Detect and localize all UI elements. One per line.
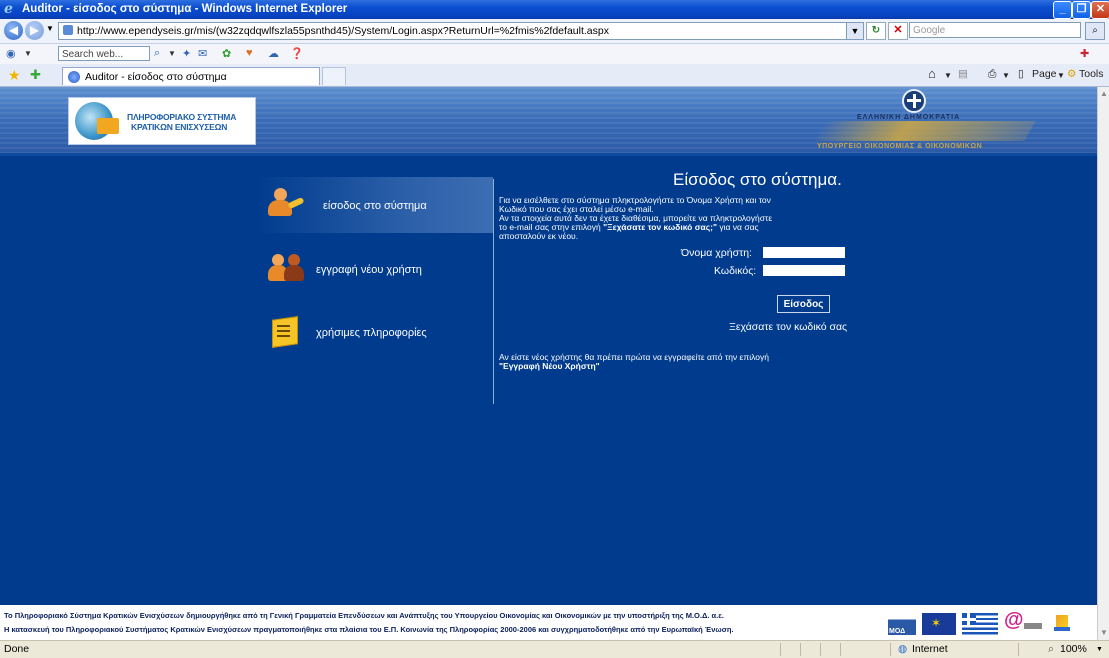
toolbar-options-icon[interactable]: ✚ [1080, 47, 1089, 60]
url-input[interactable]: http://www.ependyseis.gr/mis/(w32zqdqwlf… [58, 22, 848, 40]
ministry-swoosh [814, 121, 1036, 141]
footer-line-1: Το Πληροφοριακό Σύστημα Κρατικών Ενισχύσ… [4, 611, 724, 620]
zoom-icon: ⌕ [1048, 643, 1054, 655]
username-label: Όνομα χρήστη: [681, 247, 752, 259]
username-input[interactable] [763, 247, 845, 258]
page-footer: Το Πληροφοριακό Σύστημα Κρατικών Ενισχύσ… [0, 605, 1097, 640]
forgot-hint: "Ξεχάσατε τον κωδικό σας;" [603, 222, 718, 232]
users-icon [268, 254, 304, 284]
new-tab-button[interactable] [322, 67, 346, 85]
greek-emblem-icon [902, 89, 926, 113]
maximize-button[interactable]: ❐ [1072, 1, 1091, 19]
vertical-scrollbar[interactable]: ▲ ▼ [1097, 87, 1109, 640]
url-text: http://www.ependyseis.gr/mis/(w32zqdqwlf… [77, 25, 609, 37]
search-options-icon[interactable]: ▼ [168, 49, 176, 58]
banner-divider [0, 153, 1097, 156]
history-dropdown-icon[interactable]: ▼ [46, 24, 54, 33]
info-society-logo: @ [1004, 609, 1046, 635]
search-go-icon[interactable]: ⌕ [154, 47, 160, 60]
web-search-input[interactable]: Search web... [58, 46, 150, 61]
toolbar-dropdown-icon[interactable]: ▼ [24, 49, 32, 58]
user-key-icon [268, 188, 305, 218]
home-dropdown-icon[interactable]: ▼ [944, 71, 952, 80]
tab-label: Auditor - είσοδος στο σύστημα [85, 71, 227, 83]
search-icon[interactable]: ⌕ [1085, 22, 1105, 40]
status-text: Done [4, 643, 30, 655]
logo-title-line1: ΠΛΗΡΟΦΟΡΙΑΚΟ ΣΥΣΤΗΜΑ [127, 112, 237, 122]
mod-logo: ΜΟΔ [888, 613, 916, 635]
password-input[interactable] [763, 265, 845, 276]
password-label: Κωδικός: [714, 265, 757, 277]
site-logo[interactable]: ΠΛΗΡΟΦΟΡΙΑΚΟ ΣΥΣΤΗΜΑ ΚΡΑΤΙΚΩΝ ΕΝΙΣΧΥΣΕΩΝ [68, 97, 256, 145]
site-banner: ΠΛΗΡΟΦΟΡΙΑΚΟ ΣΥΣΤΗΜΑ ΚΡΑΤΙΚΩΝ ΕΝΙΣΧΥΣΕΩΝ… [0, 87, 1097, 153]
logo-title-line2: ΚΡΑΤΙΚΩΝ ΕΝΙΣΧΥΣΕΩΝ [131, 122, 228, 132]
scroll-down-icon[interactable]: ▼ [1099, 628, 1109, 638]
tools-menu[interactable]: Tools [1079, 68, 1104, 80]
weather-icon[interactable]: ☁ [268, 47, 279, 60]
program-logo [1052, 613, 1074, 635]
addon-icon[interactable]: ✿ [222, 47, 231, 60]
menu-label-register: εγγραφή νέου χρήστη [316, 264, 422, 276]
page-content: ΠΛΗΡΟΦΟΡΙΑΚΟ ΣΥΣΤΗΜΑ ΚΡΑΤΙΚΩΝ ΕΝΙΣΧΥΣΕΩΝ… [0, 87, 1097, 640]
status-bar: Done ◍ Internet ⌕ 100% ▼ [0, 640, 1109, 658]
page-menu[interactable]: Page [1032, 68, 1057, 80]
tools-gear-icon: ⚙ [1067, 68, 1077, 80]
zoom-dropdown-icon[interactable]: ▼ [1096, 641, 1103, 658]
folder-icon [97, 118, 119, 134]
url-dropdown-button[interactable]: ▼ [846, 22, 864, 40]
zoom-level[interactable]: 100% [1060, 641, 1087, 658]
window-titlebar: e Auditor - είσοδος στο σύστημα - Window… [0, 0, 1109, 19]
print-dropdown-icon[interactable]: ▼ [1002, 71, 1010, 80]
ie-tab-icon [68, 71, 80, 83]
menu-divider [493, 179, 494, 404]
forgot-password-link[interactable]: Ξεχάσατε τον κωδικό σας [729, 321, 847, 333]
menu-label-info: χρήσιμες πληροφορίες [316, 327, 427, 339]
republic-label: ΕΛΛΗΝΙΚΗ ΔΗΜΟΚΡΑΤΙΑ [857, 114, 961, 121]
stop-button[interactable]: ✕ [888, 22, 908, 40]
info-line-5: αποσταλούν εκ νέου. [499, 231, 579, 241]
feeds-icon[interactable]: ▤ [958, 68, 968, 80]
close-button[interactable]: ✕ [1091, 1, 1109, 19]
login-button[interactable]: Είσοδος [777, 295, 830, 313]
page-title: Είσοδος στο σύστημα. [673, 170, 842, 189]
eu-flag-icon: ✶ [922, 613, 956, 635]
security-zone[interactable]: Internet [912, 641, 948, 658]
scroll-up-icon[interactable]: ▲ [1099, 89, 1109, 99]
page-icon [63, 25, 73, 35]
notes-icon [272, 316, 308, 348]
mail-icon[interactable]: ✉ [198, 47, 207, 60]
search-input[interactable]: Google [909, 22, 1081, 38]
address-bar: ◀ ▶ ▼ http://www.ependyseis.gr/mis/(w32z… [0, 19, 1109, 44]
favorites-star-icon[interactable]: ★ [8, 67, 21, 84]
page-icon: ▯ [1018, 68, 1024, 80]
ministry-label: ΥΠΟΥΡΓΕΙΟ ΟΙΚΟΝΟΜΙΑΣ & ΟΙΚΟΝΟΜΙΚΩΝ [817, 143, 983, 150]
tab-current[interactable]: Auditor - είσοδος στο σύστημα [62, 67, 320, 85]
menu-label-login: είσοδος στο σύστημα [323, 200, 427, 212]
minimize-button[interactable]: _ [1053, 1, 1072, 19]
toolbar-logo-icon: ◉ [6, 48, 16, 60]
info-line-4c: για να σας [717, 222, 759, 232]
window-title: Auditor - είσοδος στο σύστημα - Windows … [22, 3, 348, 15]
highlight-icon[interactable]: ✦ [182, 47, 191, 60]
search-toolbar: ◉ ▼ Search web... ⌕ ▼ ✦ ✉ ✿ ♥ ☁ ❓ ✚ [0, 44, 1109, 65]
new-user-link[interactable]: "Εγγραφή Νέου Χρήστη" [499, 361, 600, 372]
page-dropdown-icon[interactable]: ▼ [1057, 71, 1065, 80]
refresh-button[interactable]: ↻ [866, 22, 886, 40]
forward-button[interactable]: ▶ [25, 21, 44, 40]
greek-flag-icon [962, 613, 998, 635]
globe-zone-icon: ◍ [898, 643, 908, 655]
messenger-icon[interactable]: ♥ [246, 47, 253, 59]
tab-strip: ★ ✚ Auditor - είσοδος στο σύστημα ⌂ ▼ ▤ … [0, 64, 1109, 87]
footer-line-2: Η κατασκευή του Πληροφοριακού Συστήματος… [4, 625, 734, 634]
print-icon[interactable]: ⎙ [988, 68, 996, 81]
add-favorites-icon[interactable]: ✚ [30, 67, 41, 83]
home-icon[interactable]: ⌂ [928, 66, 936, 81]
back-button[interactable]: ◀ [4, 21, 23, 40]
help-icon[interactable]: ❓ [290, 47, 304, 60]
mod-logo-text: ΜΟΔ [889, 628, 906, 635]
ie-logo-icon: e [4, 1, 13, 17]
